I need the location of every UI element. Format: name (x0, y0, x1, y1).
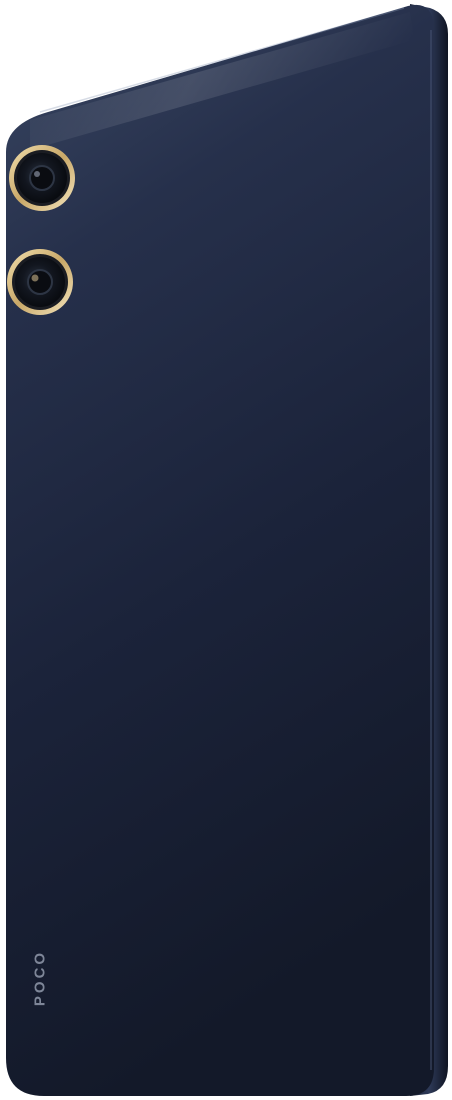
camera-lens-icon (9, 145, 75, 211)
product-image: POCO (0, 0, 452, 1100)
brand-logo: POCO (31, 949, 49, 1007)
camera-lens-icon (7, 249, 73, 315)
phone-back-illustration (6, 4, 448, 1096)
